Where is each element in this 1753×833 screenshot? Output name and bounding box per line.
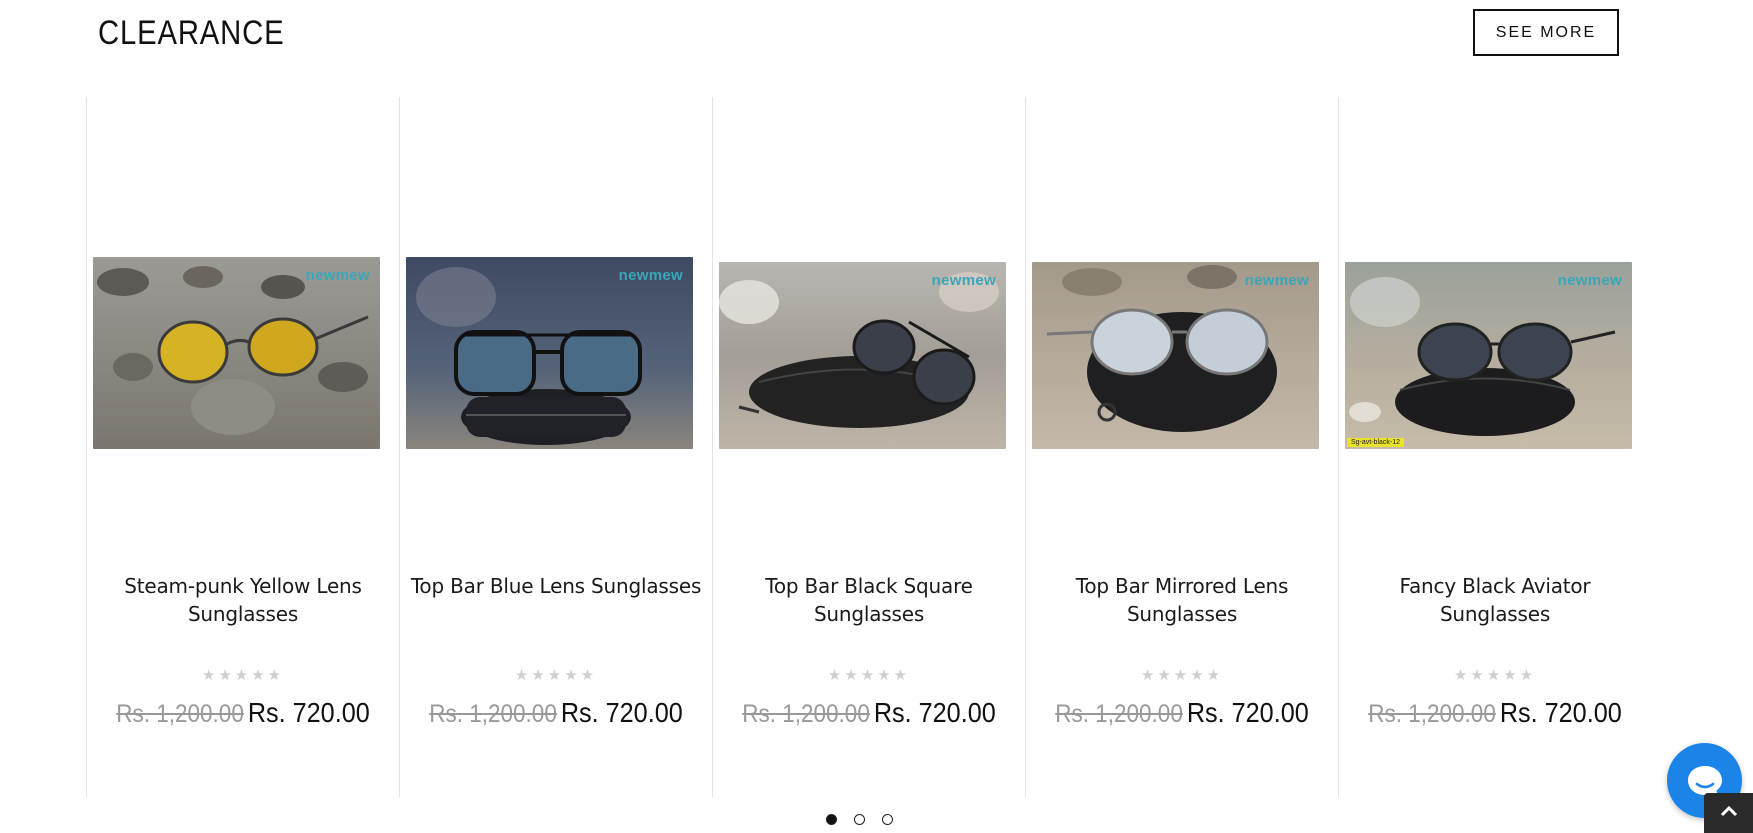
product-name[interactable]: Top Bar Mirrored Lens Sunglasses [1036,572,1328,628]
product-image[interactable]: newmew Sg-avt-black-12 [1345,262,1632,449]
carousel-dot-2[interactable] [854,814,865,825]
star-rating: ★★★★★ [1453,666,1537,684]
section-title: CLEARANCE [98,14,285,52]
star-rating: ★★★★★ [1140,666,1224,684]
old-price: Rs. 1,200.00 [1055,700,1183,728]
brand-logo: newmew [1244,272,1309,289]
product-carousel: newmew Steam-punk Yellow Lens Sunglasses… [86,97,1646,797]
chevron-up-icon [1720,805,1738,817]
old-price: Rs. 1,200.00 [742,700,870,728]
sale-price: Rs. 720.00 [1186,697,1309,728]
sku-tag: Sg-avt-black-12 [1347,438,1405,447]
product-card[interactable]: newmew Sg-avt-black-12 Fancy Black Aviat… [1338,97,1650,797]
product-name[interactable]: Top Bar Blue Lens Sunglasses [410,572,702,600]
old-price: Rs. 1,200.00 [429,700,557,728]
price-block: Rs. 1,200.00 Rs. 720.00 [416,697,697,729]
product-image[interactable]: newmew [719,262,1006,449]
brand-logo: newmew [305,267,370,284]
brand-logo: newmew [931,272,996,289]
price-block: Rs. 1,200.00 Rs. 720.00 [103,697,384,729]
product-name[interactable]: Steam-punk Yellow Lens Sunglasses [97,572,389,628]
product-card[interactable]: newmew Top Bar Mirrored Lens Sunglasses … [1025,97,1337,797]
old-price: Rs. 1,200.00 [1368,700,1496,728]
price-block: Rs. 1,200.00 Rs. 720.00 [1042,697,1323,729]
price-block: Rs. 1,200.00 Rs. 720.00 [729,697,1010,729]
product-name[interactable]: Top Bar Black Square Sunglasses [723,572,1015,628]
star-rating: ★★★★★ [514,666,598,684]
sale-price: Rs. 720.00 [247,697,370,728]
product-card[interactable]: newmew Steam-punk Yellow Lens Sunglasses… [86,97,398,797]
product-image[interactable]: newmew [93,257,380,449]
price-block: Rs. 1,200.00 Rs. 720.00 [1355,697,1636,729]
sale-price: Rs. 720.00 [560,697,683,728]
product-image[interactable]: newmew [406,257,693,449]
brand-logo: newmew [1557,272,1622,289]
product-card[interactable]: newmew Top Bar Blue Lens Sunglasses ★★★★… [399,97,711,797]
product-image[interactable]: newmew [1032,262,1319,449]
product-card[interactable]: newmew Top Bar Black Square Sunglasses ★… [712,97,1024,797]
sale-price: Rs. 720.00 [1499,697,1622,728]
scroll-top-button[interactable] [1704,793,1753,833]
old-price: Rs. 1,200.00 [116,700,244,728]
star-rating: ★★★★★ [827,666,911,684]
star-rating: ★★★★★ [201,666,285,684]
carousel-dot-1[interactable] [826,814,837,825]
product-name[interactable]: Fancy Black Aviator Sunglasses [1349,572,1641,628]
see-more-button[interactable]: SEE MORE [1473,9,1619,56]
brand-logo: newmew [618,267,683,284]
carousel-dot-3[interactable] [882,814,893,825]
sale-price: Rs. 720.00 [873,697,996,728]
